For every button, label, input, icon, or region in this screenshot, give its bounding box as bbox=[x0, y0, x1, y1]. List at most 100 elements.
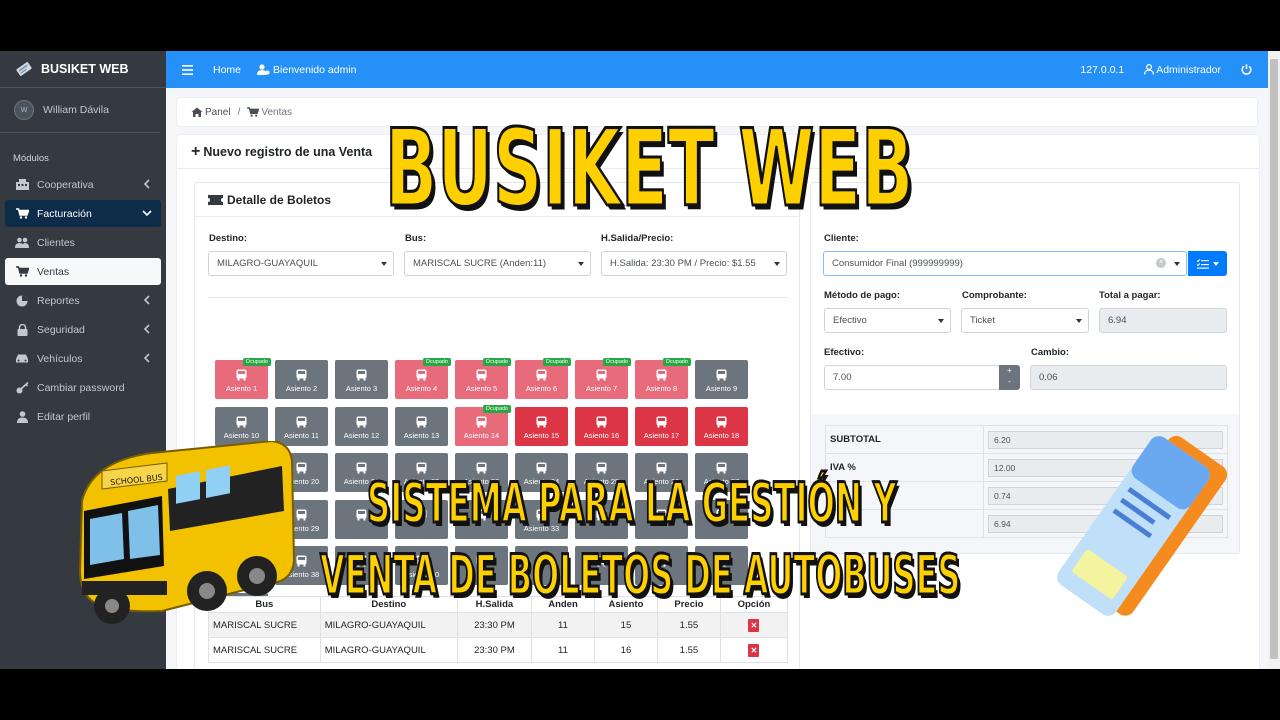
brand[interactable]: BUSIKET WEB bbox=[0, 51, 166, 88]
clear-icon[interactable]: × bbox=[1156, 258, 1166, 268]
sidebar-item-cooperativa[interactable]: Cooperativa bbox=[5, 171, 161, 198]
totals-label: SUBTOTAL bbox=[825, 425, 984, 454]
cambio-value: 0.06 bbox=[1039, 372, 1058, 383]
sidebar-item-clientes[interactable]: Clientes bbox=[5, 229, 161, 256]
seat-button[interactable]: Asiento 12 bbox=[335, 406, 388, 446]
seat-button[interactable]: Asiento 4 Ocupado bbox=[395, 358, 451, 399]
efectivo-input[interactable]: 7.00 bbox=[824, 365, 1000, 390]
sidebar-item-label: Seguridad bbox=[37, 323, 85, 336]
comprobante-label: Comprobante: bbox=[962, 290, 1027, 301]
brand-name: BUSIKET WEB bbox=[41, 62, 129, 76]
breadcrumb-panel[interactable]: Panel bbox=[205, 107, 231, 118]
bus-icon bbox=[296, 369, 307, 381]
occupied-badge: Ocupado bbox=[242, 358, 271, 366]
admin-menu[interactable]: Administrador bbox=[1144, 64, 1221, 76]
seat-button[interactable]: Asiento 2 bbox=[275, 360, 328, 399]
occupied-badge: Ocupado bbox=[602, 358, 631, 366]
seat-button[interactable]: Asiento 7 Ocupado bbox=[575, 358, 631, 399]
seat-button[interactable]: Asiento 11 bbox=[275, 406, 328, 446]
seat-label: Asiento 15 bbox=[523, 430, 560, 440]
sidebar-item-label: Cooperativa bbox=[37, 178, 94, 191]
sidebar-item-editar-perfil[interactable]: Editar perfil bbox=[5, 403, 161, 430]
nav-welcome[interactable]: Bienvenido admin bbox=[257, 63, 357, 76]
cliente-label: Cliente: bbox=[824, 233, 859, 244]
bus-icon bbox=[716, 416, 727, 427]
sidebar-item-ventas[interactable]: Ventas bbox=[5, 258, 161, 285]
nav-home-link[interactable]: Home bbox=[213, 64, 241, 76]
seat-button[interactable]: Asiento 17 bbox=[635, 406, 688, 446]
scrollbar-thumb[interactable] bbox=[1270, 59, 1278, 659]
seat-label: Asiento 13 bbox=[403, 430, 440, 440]
table-cell: 16 bbox=[593, 637, 658, 663]
sidebar-item-cambiar-password[interactable]: Cambiar password bbox=[5, 374, 161, 401]
efectivo-stepper[interactable]: + - bbox=[999, 365, 1020, 390]
pago-select[interactable]: Efectivo bbox=[824, 308, 951, 333]
delete-ticket-button[interactable]: ✕ bbox=[748, 643, 760, 657]
hamburger-menu-icon[interactable] bbox=[182, 64, 193, 75]
cliente-options-button[interactable] bbox=[1188, 251, 1227, 276]
power-off-icon[interactable] bbox=[1241, 64, 1252, 75]
welcome-label: Bienvenido admin bbox=[273, 63, 357, 76]
sidebar-item-label: Vehículos bbox=[37, 352, 83, 365]
vertical-scrollbar[interactable] bbox=[1268, 51, 1280, 669]
salida-select[interactable]: H.Salida: 23:30 PM / Precio: $1.55 bbox=[601, 251, 787, 276]
pago-value: Efectivo bbox=[833, 315, 867, 326]
card-title: Nuevo registro de una Venta bbox=[203, 144, 373, 159]
bus-icon bbox=[296, 555, 307, 567]
sidebar-item-seguridad[interactable]: Seguridad bbox=[5, 316, 161, 343]
caret-down-icon bbox=[381, 262, 387, 266]
seat-button[interactable]: Asiento 10 bbox=[215, 406, 268, 446]
seat-label: Asiento 10 bbox=[223, 430, 260, 440]
seat-button[interactable]: Asiento 18 bbox=[695, 406, 748, 446]
avatar: W bbox=[14, 100, 34, 120]
table-row: MARISCAL SUCRE MILAGRO-GUAYAQUIL 23:30 PM 1… bbox=[208, 637, 789, 663]
sidebar-section-header: Módulos bbox=[13, 153, 49, 164]
top-navbar: Home Bienvenido admin 127.0.0.1 Administ… bbox=[166, 51, 1268, 88]
table-cell: MILAGRO-GUAYAQUIL bbox=[319, 637, 458, 663]
sidebar-item-reportes[interactable]: Reportes bbox=[5, 287, 161, 314]
seat-button[interactable]: Asiento 3 bbox=[335, 360, 388, 399]
total-value: 6.94 bbox=[1108, 315, 1127, 326]
salida-label: H.Salida/Precio: bbox=[601, 233, 674, 244]
user-icon bbox=[15, 410, 29, 423]
bus-select[interactable]: MARISCAL SUCRE (Anden:11) bbox=[404, 251, 591, 276]
pie-chart-icon bbox=[15, 295, 29, 307]
ip-address: 127.0.0.1 bbox=[1080, 63, 1125, 76]
seat-button[interactable]: Asiento 1 Ocupado bbox=[215, 358, 271, 399]
seat-button[interactable]: Asiento 9 bbox=[695, 360, 748, 399]
chevron-left-icon bbox=[143, 353, 150, 363]
seat-label: Asiento 17 bbox=[643, 430, 680, 440]
increment-icon[interactable]: + bbox=[999, 365, 1020, 376]
destino-select[interactable]: MILAGRO-GUAYAQUIL bbox=[208, 251, 394, 276]
seat-label: Asiento 18 bbox=[703, 430, 740, 440]
seat-button[interactable]: Asiento 14 Ocupado bbox=[455, 404, 511, 446]
destino-value: MILAGRO-GUAYAQUIL bbox=[217, 258, 318, 269]
decrement-icon[interactable]: - bbox=[999, 376, 1020, 387]
table-cell: 15 bbox=[593, 612, 658, 638]
seat-label: Asiento 4 bbox=[405, 384, 438, 393]
seat-button[interactable]: Asiento 15 bbox=[515, 406, 568, 446]
occupied-badge: Ocupado bbox=[422, 358, 451, 366]
cliente-select[interactable]: Consumidor Final (999999999) × bbox=[823, 251, 1187, 276]
caret-down-icon bbox=[1076, 319, 1082, 323]
seat-label: Asiento 7 bbox=[585, 384, 618, 393]
sidebar-item-facturacion[interactable]: Facturación bbox=[5, 200, 161, 227]
comprobante-select[interactable]: Ticket bbox=[961, 308, 1089, 333]
table-cell: MILAGRO-GUAYAQUIL bbox=[319, 612, 458, 638]
seat-button[interactable]: Asiento 13 bbox=[395, 406, 448, 446]
chevron-left-icon bbox=[143, 295, 150, 305]
seat-button[interactable]: Asiento 6 Ocupado bbox=[515, 358, 571, 399]
seat-button[interactable]: Asiento 8 Ocupado bbox=[635, 358, 691, 399]
delete-ticket-button[interactable]: ✕ bbox=[748, 618, 760, 632]
table-cell: 23:30 PM bbox=[456, 637, 533, 663]
bus-icon bbox=[476, 369, 487, 381]
seat-button[interactable]: Asiento 5 Ocupado bbox=[455, 358, 511, 399]
ticket-logo-icon bbox=[16, 62, 32, 76]
sidebar-item-vehiculos[interactable]: Vehículos bbox=[5, 345, 161, 372]
user-panel[interactable]: W William Dávila bbox=[0, 88, 160, 133]
caret-down-icon bbox=[1212, 261, 1219, 266]
seat-label: Asiento 12 bbox=[343, 430, 380, 440]
key-icon bbox=[15, 381, 29, 394]
seat-button[interactable]: Asiento 16 bbox=[575, 406, 628, 446]
seat-label: Asiento 11 bbox=[284, 430, 319, 440]
